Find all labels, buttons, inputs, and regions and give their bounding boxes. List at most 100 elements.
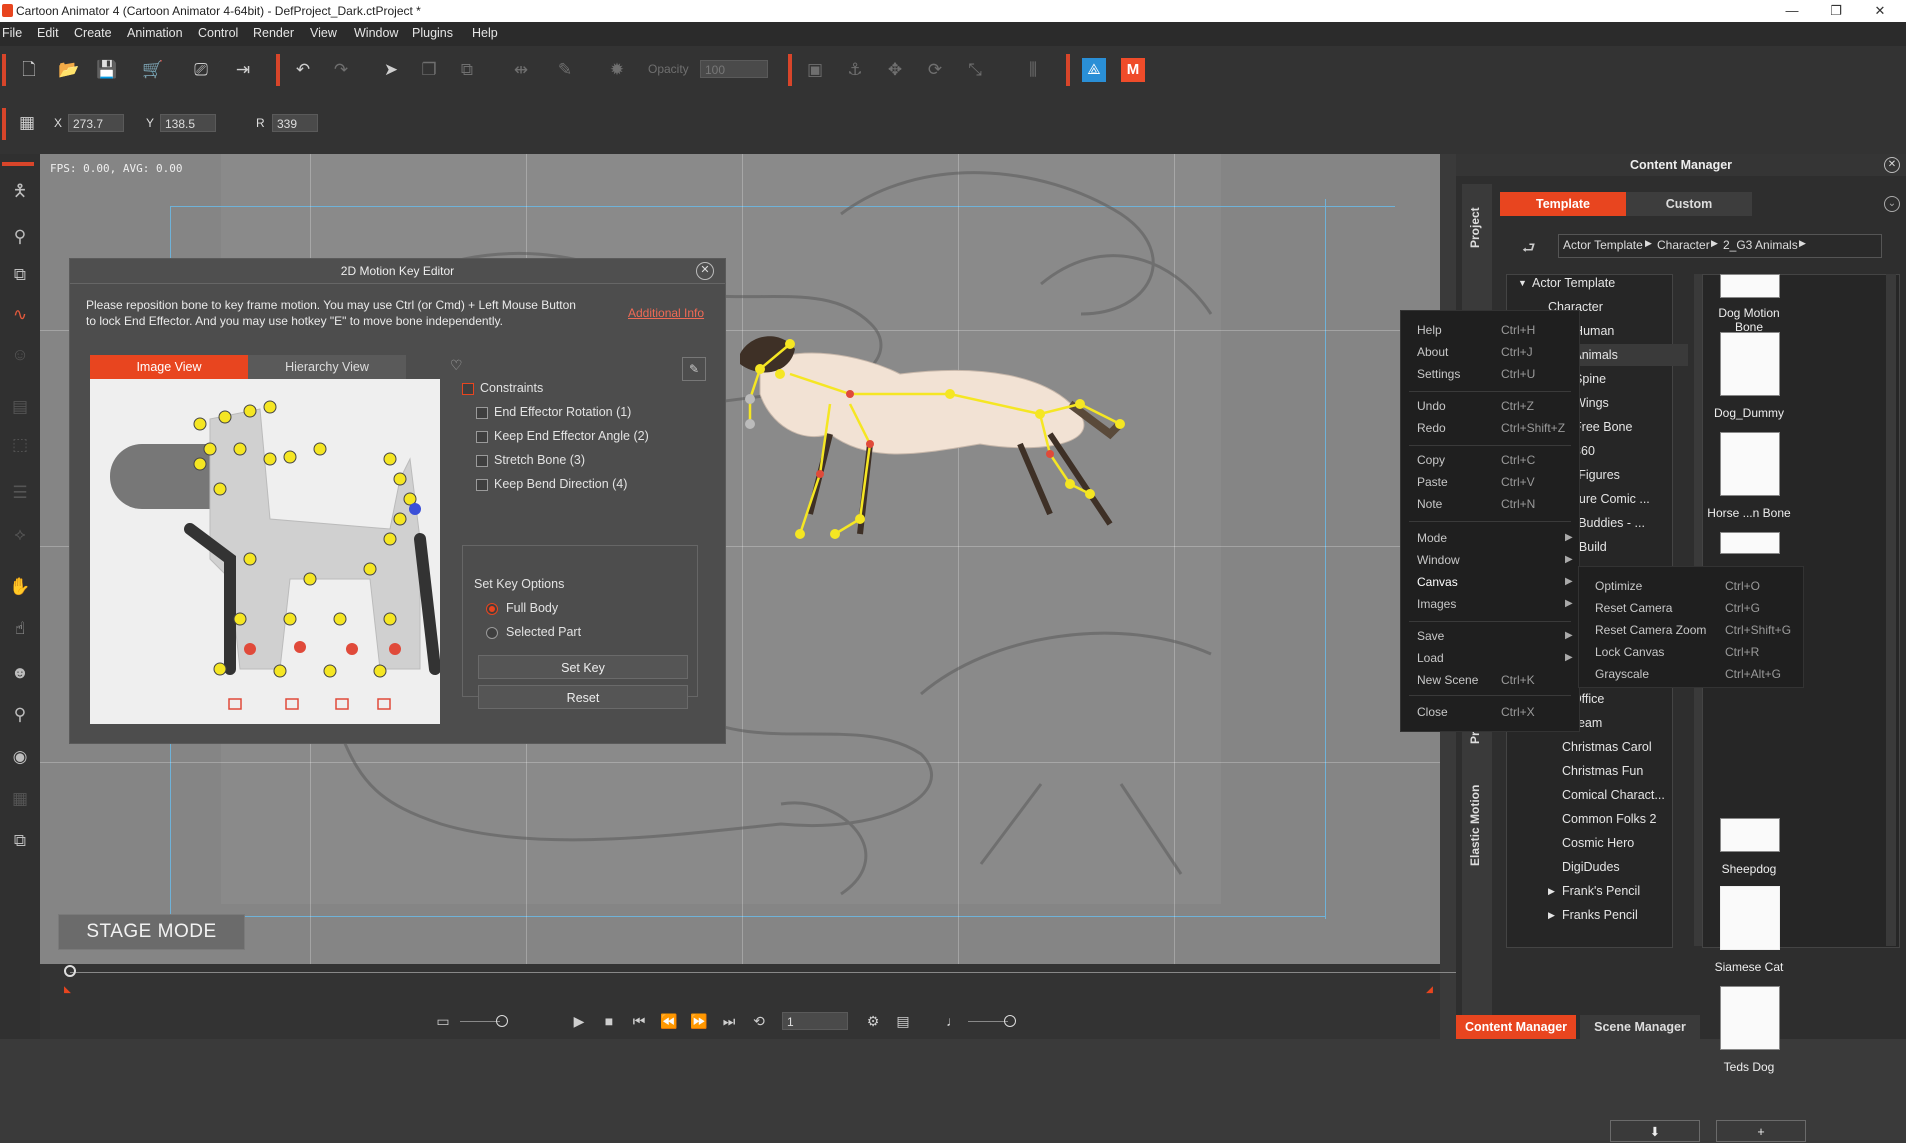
image-view-canvas[interactable] [90,379,440,724]
asset-thumb[interactable] [1720,818,1780,852]
menu-item-undo[interactable]: Undo [1417,399,1446,413]
close-icon[interactable]: ✕ [696,262,714,280]
menu-plugins[interactable]: Plugins [412,26,453,40]
sprite-editor-icon[interactable]: ⧉ [7,262,33,288]
menu-item-images[interactable]: Images [1417,597,1456,611]
tab-scene-manager[interactable]: Scene Manager [1580,1015,1700,1039]
breadcrumb-item[interactable]: Actor Template [1563,238,1643,252]
path-tool-icon[interactable]: ⟡ [7,522,33,548]
picker-icon[interactable]: ✎ [682,357,706,381]
rotate-icon[interactable]: ⟳ [922,57,948,83]
face-key-icon[interactable]: ☺ [7,342,33,368]
tab-template[interactable]: Template [1500,192,1626,216]
menu-animation[interactable]: Animation [127,26,183,40]
menu-item-about[interactable]: About [1417,345,1448,359]
menu-item-close[interactable]: Close [1417,705,1448,719]
asset-thumb[interactable] [1720,432,1780,496]
tab-content-manager[interactable]: Content Manager [1456,1015,1576,1039]
menu-item-mode[interactable]: Mode [1417,531,1447,545]
tree-item[interactable]: Christmas Fun [1562,764,1643,778]
record-icon[interactable]: ◉ [7,744,33,770]
speed-knob[interactable] [1004,1015,1016,1027]
stage-mode-label[interactable]: STAGE MODE [58,914,245,950]
timeline-track[interactable] [70,972,1456,973]
tree-item[interactable]: Frank's Pencil [1562,884,1640,898]
breadcrumb-item[interactable]: 2_G3 Animals [1723,238,1798,252]
audio-icon[interactable]: ♩ [940,1008,966,1034]
subtitle-icon[interactable]: ▭ [430,1008,456,1034]
redo-icon[interactable]: ↷ [328,57,354,83]
set-key-button[interactable]: Set Key [478,655,688,679]
constraints-checkbox[interactable] [462,383,474,395]
motion-pilot-icon[interactable]: ⚲ [7,702,33,728]
tree-item[interactable]: Christmas Carol [1562,740,1652,754]
timeline-view-icon[interactable]: ▤ [890,1008,916,1034]
play-icon[interactable]: ▶ [566,1008,592,1034]
end-effector-rotation-checkbox[interactable] [476,407,488,419]
face-puppet-icon[interactable]: ☻ [7,660,33,686]
tab-image-view[interactable]: Image View [90,355,248,379]
group-icon[interactable]: ⧉ [454,57,480,83]
opacity-input[interactable]: 100 [700,60,768,78]
select-arrow-icon[interactable]: ➤ [378,57,404,83]
expand-icon[interactable]: ▼ [1518,278,1527,288]
menu-item-canvas[interactable]: Canvas [1417,575,1458,589]
menu-item-note[interactable]: Note [1417,497,1442,511]
chevron-down-icon[interactable]: ⌄ [1884,196,1900,212]
full-body-radio[interactable] [486,603,498,615]
gesture-icon[interactable]: ☝ [7,616,33,642]
bone-editor-icon[interactable]: ⚲ [7,224,33,250]
tab-custom[interactable]: Custom [1626,192,1752,216]
motion-plugin-icon[interactable]: M [1121,58,1145,82]
asset-thumb[interactable] [1720,986,1780,1050]
tree-item[interactable]: Franks Pencil [1562,908,1638,922]
menu-control[interactable]: Control [198,26,238,40]
tab-elastic-motion[interactable]: Elastic Motion [1468,785,1482,866]
menu-item-redo[interactable]: Redo [1417,421,1446,435]
submenu-item-reset-camera[interactable]: Reset Camera [1595,601,1672,615]
keep-end-effector-angle-checkbox[interactable] [476,431,488,443]
export-icon[interactable]: ⇥ [230,57,256,83]
range-end-marker[interactable]: ◢ [1426,984,1433,995]
move-icon[interactable]: ✥ [882,57,908,83]
submenu-item-lock-canvas[interactable]: Lock Canvas [1595,645,1664,659]
download-icon[interactable]: ⬇ [1610,1120,1700,1142]
tree-item[interactable]: Cosmic Hero [1562,836,1634,850]
asset-thumb[interactable] [1720,274,1780,298]
volume-knob[interactable] [496,1015,508,1027]
deform-tool-icon[interactable]: ⬚ [7,432,33,458]
undo-icon[interactable]: ↶ [290,57,316,83]
stop-icon[interactable]: ■ [596,1008,622,1034]
tree-item[interactable]: DigiDudes [1562,860,1620,874]
grid-icon[interactable]: ▦ [14,110,40,136]
menu-create[interactable]: Create [74,26,112,40]
speed-slider[interactable] [968,1021,1008,1022]
menu-item-load[interactable]: Load [1417,651,1444,665]
tree-item[interactable]: Common Folks 2 [1562,812,1656,826]
first-frame-icon[interactable]: ⏮ [626,1008,652,1034]
asset-thumb-siamese-cat[interactable] [1720,886,1780,950]
menu-file[interactable]: File [2,26,22,40]
menu-item-window[interactable]: Window [1417,553,1460,567]
range-start-marker[interactable]: ◣ [64,984,71,995]
save-icon[interactable]: 💾 [94,57,120,83]
asset-thumb[interactable] [1720,332,1780,396]
character-composer-icon[interactable]: 🯅 [7,178,33,204]
submenu-item-reset-camera-zoom[interactable]: Reset Camera Zoom [1595,623,1706,637]
loop-icon[interactable]: ⟲ [746,1008,772,1034]
layers-icon[interactable]: ⧉ [7,828,33,854]
r-input[interactable]: 339 [272,114,318,132]
anchor-icon[interactable]: ⚓ [842,57,868,83]
render-icon[interactable]: ⎚ [188,57,214,83]
submenu-item-grayscale[interactable]: Grayscale [1595,667,1649,681]
next-frame-icon[interactable]: ⏩ [686,1008,712,1034]
menu-window[interactable]: Window [354,26,398,40]
open-folder-icon[interactable]: 📂 [56,57,82,83]
new-file-icon[interactable]: 🗋 [16,57,42,83]
breadcrumb-item[interactable]: Character [1657,238,1710,252]
menu-item-help[interactable]: Help [1417,323,1442,337]
flip-icon[interactable]: ⇹ [508,57,534,83]
timeline-tool-icon[interactable]: ▤ [7,394,33,420]
volume-slider[interactable] [460,1021,500,1022]
store-cart-icon[interactable]: 🛒 [140,57,166,83]
